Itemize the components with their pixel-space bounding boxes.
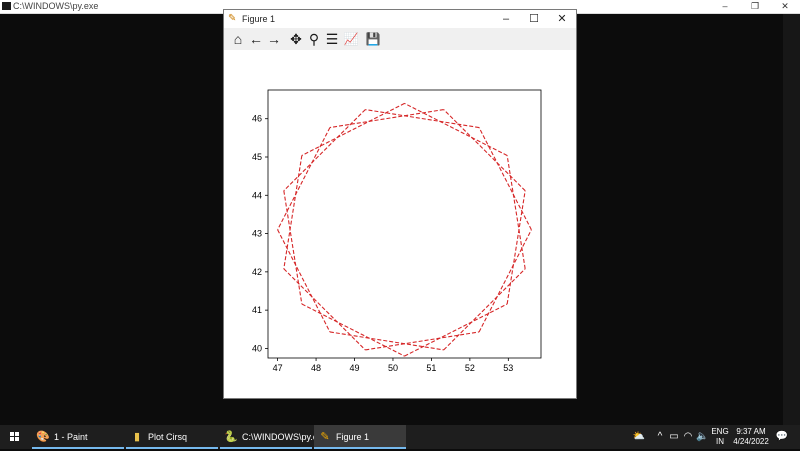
figure-toolbar: ⌂ ← → ✥ ⚲ ☰ 📈 💾 xyxy=(224,28,576,50)
y-tick-label: 41 xyxy=(252,305,262,315)
edit-axes-icon[interactable]: 📈 xyxy=(343,31,359,47)
taskbar-item-label: Figure 1 xyxy=(336,432,370,442)
clock[interactable]: 9:37 AM 4/24/2022 xyxy=(733,427,769,447)
figure-close-button[interactable]: ✕ xyxy=(548,10,576,28)
x-tick-label: 51 xyxy=(426,363,436,373)
pan-icon[interactable]: ✥ xyxy=(288,31,304,47)
start-button[interactable] xyxy=(0,425,30,449)
figure-window: ✎ Figure 1 – ☐ ✕ ⌂ ← → ✥ ⚲ ☰ 📈 💾 47 48 49 5… xyxy=(224,10,576,398)
console-scrollbar[interactable] xyxy=(783,14,800,425)
figure-minimize-button[interactable]: – xyxy=(492,10,520,28)
figure-maximize-button[interactable]: ☐ xyxy=(520,10,548,28)
folder-icon: ▮ xyxy=(133,431,141,443)
figure-titlebar[interactable]: ✎ Figure 1 – ☐ ✕ xyxy=(224,10,576,28)
configure-subplots-icon[interactable]: ☰ xyxy=(324,31,340,47)
console-close-button[interactable]: ✕ xyxy=(770,0,800,13)
x-tick-label: 52 xyxy=(465,363,475,373)
taskbar-item-figure-1[interactable]: ✎ Figure 1 xyxy=(314,425,406,449)
zoom-icon[interactable]: ⚲ xyxy=(306,31,322,47)
clock-time: 9:37 AM xyxy=(736,427,766,436)
show-hidden-icons-icon[interactable]: ^ xyxy=(654,425,666,449)
battery-icon[interactable]: ▭ xyxy=(668,425,680,449)
x-tick-label: 49 xyxy=(350,363,360,373)
x-tick-label: 53 xyxy=(503,363,513,373)
home-icon[interactable]: ⌂ xyxy=(230,31,246,47)
keyboard-region: IN xyxy=(716,437,724,446)
back-arrow-icon[interactable]: ← xyxy=(248,31,264,47)
x-tick-label: 47 xyxy=(273,363,283,373)
x-tick-label: 48 xyxy=(311,363,321,373)
language-indicator[interactable]: ENG IN xyxy=(709,427,731,447)
windows-logo-icon xyxy=(10,432,19,441)
y-tick-label: 44 xyxy=(252,190,262,200)
notification-icon[interactable]: 💬 xyxy=(774,425,790,449)
taskbar-item-paint[interactable]: 🎨 1 - Paint xyxy=(32,425,124,449)
console-title: C:\WINDOWS\py.exe xyxy=(13,1,99,11)
taskbar-item-plot-cirsq[interactable]: ▮ Plot Cirsq xyxy=(126,425,218,449)
taskbar-item-label: 1 - Paint xyxy=(54,432,88,442)
figure-title: Figure 1 xyxy=(242,14,276,24)
console-icon xyxy=(2,2,11,10)
taskbar: 🎨 1 - Paint ▮ Plot Cirsq 🐍 C:\WINDOWS\py… xyxy=(0,425,800,449)
console-restore-button[interactable]: ❐ xyxy=(740,0,770,13)
language-code: ENG xyxy=(711,427,729,436)
python-icon: 🐍 xyxy=(224,431,238,443)
matplotlib-icon: ✎ xyxy=(320,431,330,443)
weather-icon[interactable]: ⛅ xyxy=(630,425,648,449)
volume-icon[interactable]: 🔈 xyxy=(696,425,708,449)
plot-canvas[interactable]: 47 48 49 50 51 52 53 40 41 42 43 44 45 46 xyxy=(224,50,576,398)
clock-date: 4/24/2022 xyxy=(733,437,769,446)
taskbar-item-py-exe[interactable]: 🐍 C:\WINDOWS\py.exe xyxy=(220,425,327,449)
y-tick-label: 45 xyxy=(252,152,262,162)
paint-icon: 🎨 xyxy=(36,431,50,443)
y-tick-label: 40 xyxy=(252,343,262,353)
forward-arrow-icon[interactable]: → xyxy=(266,31,282,47)
x-tick-label: 50 xyxy=(388,363,398,373)
y-tick-label: 43 xyxy=(252,229,262,239)
y-tick-label: 46 xyxy=(252,114,262,124)
axes-frame xyxy=(267,89,542,359)
matplotlib-icon: ✎ xyxy=(228,13,237,24)
wifi-icon[interactable]: ◠ xyxy=(682,425,694,449)
taskbar-item-label: Plot Cirsq xyxy=(148,432,188,442)
y-tick-label: 42 xyxy=(252,267,262,277)
save-icon[interactable]: 💾 xyxy=(365,31,381,47)
console-minimize-button[interactable]: – xyxy=(710,0,740,13)
